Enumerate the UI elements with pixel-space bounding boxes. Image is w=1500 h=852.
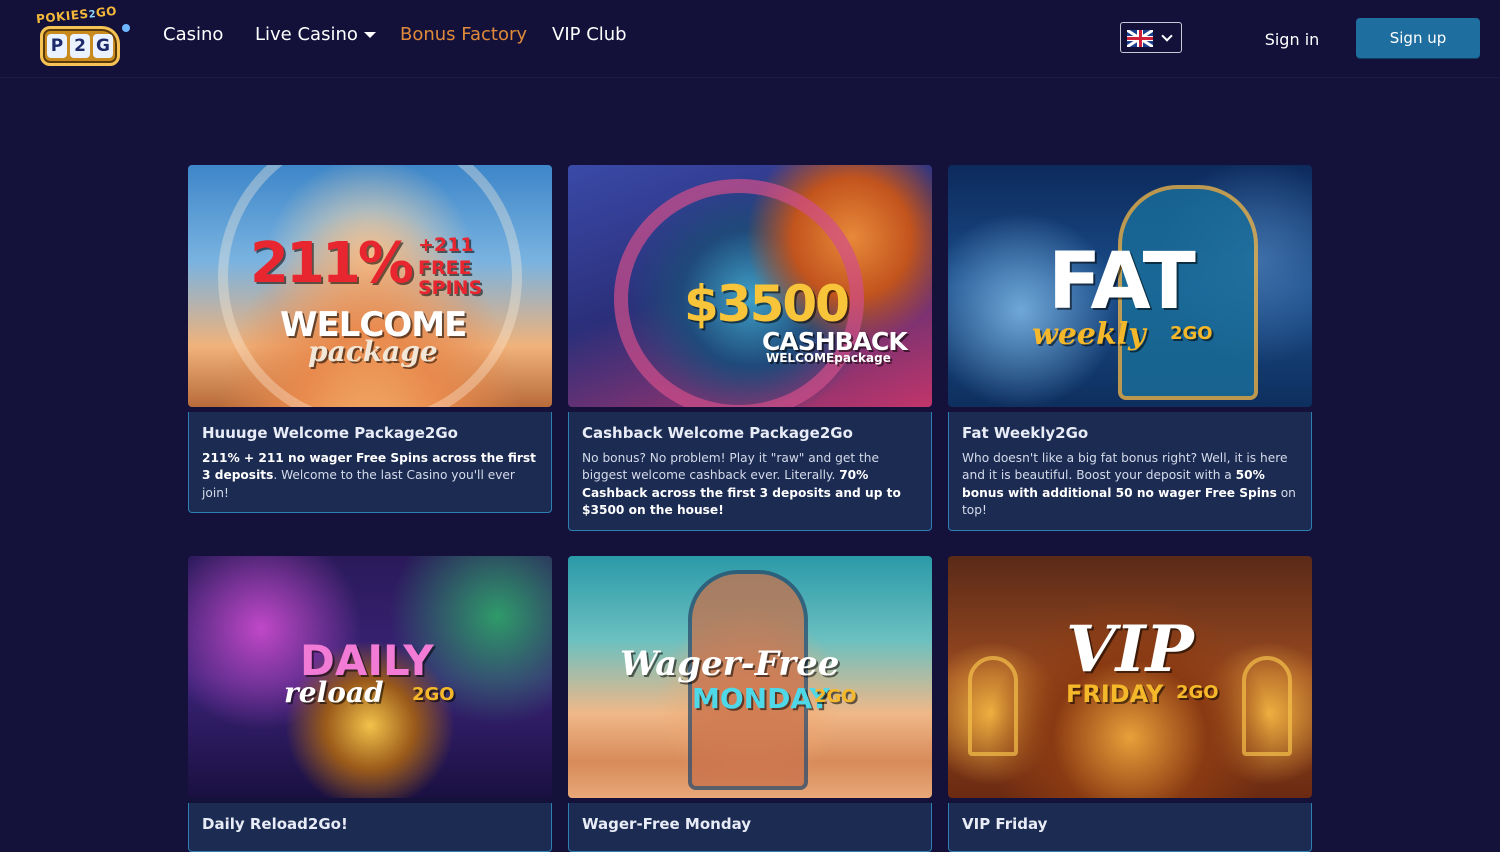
uk-flag-icon — [1127, 30, 1153, 47]
promo-title: Wager-Free Monday — [582, 815, 752, 833]
promo-subline: 2GO — [1176, 682, 1219, 703]
promo-description: Who doesn't like a big fat bonus right? … — [962, 451, 1296, 518]
promo-image[interactable]: DAILY reload 2GO — [188, 556, 552, 798]
promo-card-body: Fat Weekly2Go Who doesn't like a big fat… — [948, 412, 1312, 531]
promo-subline: 2GO — [1170, 323, 1213, 344]
promo-title: VIP Friday — [962, 815, 1048, 833]
logo-badge: P 2 G — [40, 26, 120, 66]
promo-subline: FRIDAY — [1066, 680, 1164, 708]
logo-dot — [122, 24, 130, 32]
promo-title: Fat Weekly2Go — [962, 424, 1089, 442]
logo-letter: G — [93, 34, 113, 58]
promo-subline: SPINS — [418, 277, 483, 299]
promo-image[interactable]: Wager-Free MONDAY 2GO — [568, 556, 932, 798]
promo-subline: FREE — [418, 257, 472, 279]
language-selector[interactable] — [1120, 22, 1182, 53]
promo-headline: Wager-Free — [620, 644, 840, 684]
promo-subline: MONDAY — [692, 682, 830, 715]
logo-letter: P — [47, 34, 67, 58]
promo-card-body: Cashback Welcome Package2Go No bonus? No… — [568, 412, 932, 531]
promo-headline: 211% — [250, 231, 414, 296]
promo-headline: VIP — [1066, 612, 1194, 687]
promo-subline: reload — [284, 676, 384, 709]
promo-title: Cashback Welcome Package2Go — [582, 424, 853, 442]
nav-vip-club[interactable]: VIP Club — [552, 24, 627, 45]
promo-subline: weekly — [1032, 317, 1146, 352]
promo-subline: 2GO — [412, 684, 455, 705]
promo-subline: 2GO — [814, 686, 857, 707]
promo-card-body: Huuuge Welcome Package2Go 211% + 211 no … — [188, 412, 552, 514]
sign-in-button[interactable]: Sign in — [1256, 27, 1328, 51]
nav-live-casino-label: Live Casino — [255, 24, 358, 45]
promo-subline: WELCOMEpackage — [766, 351, 891, 365]
nav-casino[interactable]: Casino — [163, 24, 223, 45]
promo-headline: FAT — [1048, 237, 1196, 327]
promo-subline: +211 — [418, 234, 474, 256]
promo-description: No bonus? No problem! Play it "raw" and … — [582, 451, 901, 518]
promo-headline: $3500 — [684, 275, 850, 333]
site-header: POKIES2GO P 2 G Casino Live Casino Bonus… — [0, 0, 1500, 78]
promo-card-body: Wager-Free Monday — [568, 803, 932, 852]
logo-wordmark: POKIES2GO — [35, 3, 118, 27]
sign-up-button[interactable]: Sign up — [1356, 18, 1480, 58]
promo-title: Daily Reload2Go! — [202, 815, 348, 833]
promo-image[interactable]: VIP FRIDAY 2GO — [948, 556, 1312, 798]
nav-bonus-factory[interactable]: Bonus Factory — [400, 24, 527, 45]
pokies2go-logo[interactable]: POKIES2GO P 2 G — [34, 3, 132, 70]
promo-image[interactable]: FAT weekly 2GO — [948, 165, 1312, 407]
chevron-down-icon — [1161, 30, 1173, 42]
promo-image[interactable]: $3500 CASHBACK WELCOMEpackage — [568, 165, 932, 407]
caret-down-icon — [363, 32, 376, 38]
promo-subline: package — [308, 335, 438, 368]
promo-card-body: Daily Reload2Go! — [188, 803, 552, 852]
promo-description: 211% + 211 no wager Free Spins across th… — [202, 451, 536, 500]
logo-letter: 2 — [70, 34, 90, 58]
promo-image[interactable]: 211% +211 FREE SPINS WELCOME package — [188, 165, 552, 407]
nav-live-casino[interactable]: Live Casino — [255, 24, 376, 45]
promo-card-body: VIP Friday — [948, 803, 1312, 852]
promo-title: Huuuge Welcome Package2Go — [202, 424, 458, 442]
